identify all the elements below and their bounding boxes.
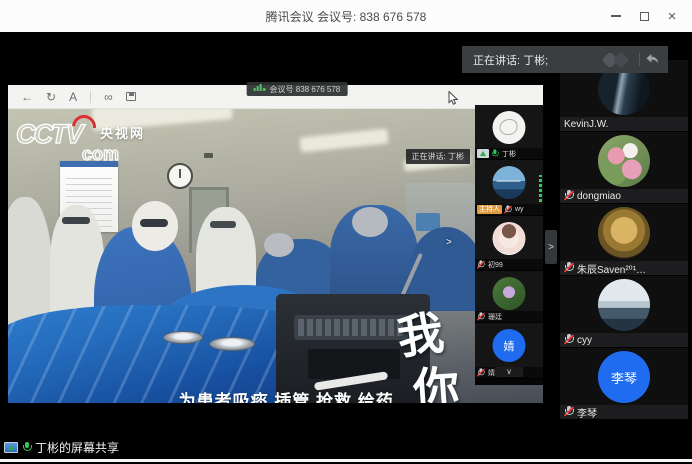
host-badge: 主持人 xyxy=(477,205,502,214)
mic-muted-icon xyxy=(477,312,484,321)
inner-participant-strip: 丁彬 主持人 wy 初99 xyxy=(475,105,543,385)
meeting-number-text: 会议号 838 676 578 xyxy=(270,84,341,95)
avatar xyxy=(493,222,526,255)
link-icon[interactable]: ∞ xyxy=(104,91,113,103)
maximize-button[interactable] xyxy=(630,2,658,30)
mic-muted-icon xyxy=(564,406,573,418)
font-icon[interactable]: A xyxy=(69,91,77,103)
avatar: 李琴 xyxy=(598,351,650,403)
mic-muted-icon xyxy=(504,205,511,214)
window-title: 腾讯会议 会议号: 838 676 578 xyxy=(266,8,427,25)
ultrasound-keyboard xyxy=(294,315,408,340)
mouse-cursor-icon xyxy=(448,91,459,105)
mic-muted-icon xyxy=(477,368,484,377)
share-status-bar: 丁彬的屏幕共享 xyxy=(4,439,119,456)
ceiling-light xyxy=(299,128,388,152)
participant-name: dongmiao xyxy=(577,191,621,202)
close-button[interactable]: × xyxy=(658,2,686,30)
participant-label: 朱辰Saven²⁰¹… xyxy=(560,261,688,275)
speaking-banner-label: 正在讲话: 丁彬; xyxy=(473,52,602,68)
participant-label: 丁彬 xyxy=(475,148,543,159)
avatar xyxy=(598,207,650,259)
video-subtitle: 为患者吸痰 插管 抢救 给药 xyxy=(179,387,394,403)
inner-participant-tile[interactable]: 主持人 wy xyxy=(475,160,543,216)
save-icon[interactable] xyxy=(126,92,136,101)
refresh-icon[interactable]: ↻ xyxy=(46,91,56,103)
speaking-banner: 正在讲话: 丁彬; xyxy=(462,46,668,73)
participant-name: 婧 xyxy=(488,368,495,378)
window-bottom-edge xyxy=(0,459,692,462)
avatar-initial: 婧 xyxy=(504,338,515,354)
participant-name: cyy xyxy=(577,335,592,346)
inner-participant-tile[interactable]: 婧 婧 ∨ xyxy=(475,323,543,379)
avatar xyxy=(493,166,526,199)
participant-label: dongmiao xyxy=(560,189,688,203)
wall-clock xyxy=(167,163,193,189)
participant-name: KevinJ.W. xyxy=(564,119,608,130)
inner-participant-tile[interactable]: 初99 xyxy=(475,216,543,271)
avatar xyxy=(493,111,526,144)
avatar-initial: 李琴 xyxy=(611,368,637,387)
participant-tile[interactable]: cyy xyxy=(560,276,688,347)
avatar xyxy=(493,277,526,310)
meeting-logo-icon xyxy=(602,51,634,69)
participant-tile[interactable]: dongmiao xyxy=(560,132,688,203)
mic-on-icon xyxy=(22,442,31,454)
participant-name: 李琴 xyxy=(577,405,597,419)
meeting-content: 正在讲话: 丁彬; ← ↻ A ∞ 会议号 838 676 578 xyxy=(0,32,692,464)
mic-muted-icon xyxy=(477,260,484,269)
signal-icon xyxy=(254,88,256,91)
toolbar-divider xyxy=(90,91,91,103)
participant-name: wy xyxy=(515,206,524,213)
participant-label: KevinJ.W. xyxy=(560,117,688,131)
mic-on-icon xyxy=(491,149,498,158)
video-speaking-overlay: 正在讲话: 丁彬 xyxy=(406,149,470,164)
meeting-number-badge[interactable]: 会议号 838 676 578 xyxy=(247,82,348,96)
cctv-watermark: CCTV 央视网 com xyxy=(16,117,166,169)
participant-tile[interactable]: 李琴 李琴 xyxy=(560,348,688,419)
shared-screen[interactable]: ← ↻ A ∞ 会议号 838 676 578 xyxy=(8,85,543,403)
mic-muted-icon xyxy=(564,262,573,274)
reply-arrow-icon[interactable] xyxy=(645,53,660,66)
participant-tile[interactable]: 朱辰Saven²⁰¹… xyxy=(560,204,688,275)
screen-share-icon xyxy=(4,442,18,453)
participant-label: 主持人 wy xyxy=(475,204,543,215)
chevron-down-icon[interactable]: ∨ xyxy=(495,367,523,377)
screen-share-icon xyxy=(477,149,489,158)
cctv-cn-label: 央视网 xyxy=(100,123,145,142)
wall-vent xyxy=(204,153,213,158)
cctv-com-label: com xyxy=(82,144,119,165)
participant-label: 李琴 xyxy=(560,405,688,419)
window-controls: × xyxy=(602,0,686,32)
banner-divider xyxy=(639,53,640,66)
metal-bowl xyxy=(209,337,255,351)
medic-figure-head xyxy=(132,201,178,251)
calligraphy-char: 你 xyxy=(411,351,461,403)
mic-muted-icon xyxy=(564,334,573,346)
participant-label: cyy xyxy=(560,333,688,347)
inner-participant-tile[interactable]: 丁彬 xyxy=(475,105,543,160)
avatar xyxy=(598,135,650,187)
sidebar-toggle[interactable]: > xyxy=(545,230,557,264)
participant-name: 朱辰Saven²⁰¹… xyxy=(577,261,646,275)
participant-name: 初99 xyxy=(488,260,503,270)
inner-participant-tile[interactable]: 珊廷 xyxy=(475,271,543,323)
inner-sidebar-toggle[interactable]: > xyxy=(446,237,452,248)
participant-name: 丁彬 xyxy=(502,149,516,159)
participant-label: 珊廷 xyxy=(475,311,543,322)
avatar xyxy=(598,279,650,331)
participant-name: 珊廷 xyxy=(488,312,502,322)
share-status-label: 丁彬的屏幕共享 xyxy=(35,439,119,456)
shared-video[interactable]: CCTV 央视网 com 正在讲话: 丁彬 我 你 为患者吸痰 插管 抢救 给药 xyxy=(8,109,543,403)
metal-bowl xyxy=(163,331,203,344)
minimize-button[interactable] xyxy=(602,2,630,30)
avatar: 婧 xyxy=(493,329,526,362)
volume-indicator xyxy=(539,175,542,202)
participant-label: 初99 xyxy=(475,259,543,270)
network-status-dot xyxy=(263,88,266,91)
meeting-window: 腾讯会议 会议号: 838 676 578 × 正在讲话: 丁彬; ← ↻ A … xyxy=(0,0,692,464)
title-bar[interactable]: 腾讯会议 会议号: 838 676 578 × xyxy=(0,0,692,32)
mic-muted-icon xyxy=(564,190,573,202)
back-icon[interactable]: ← xyxy=(21,91,33,103)
